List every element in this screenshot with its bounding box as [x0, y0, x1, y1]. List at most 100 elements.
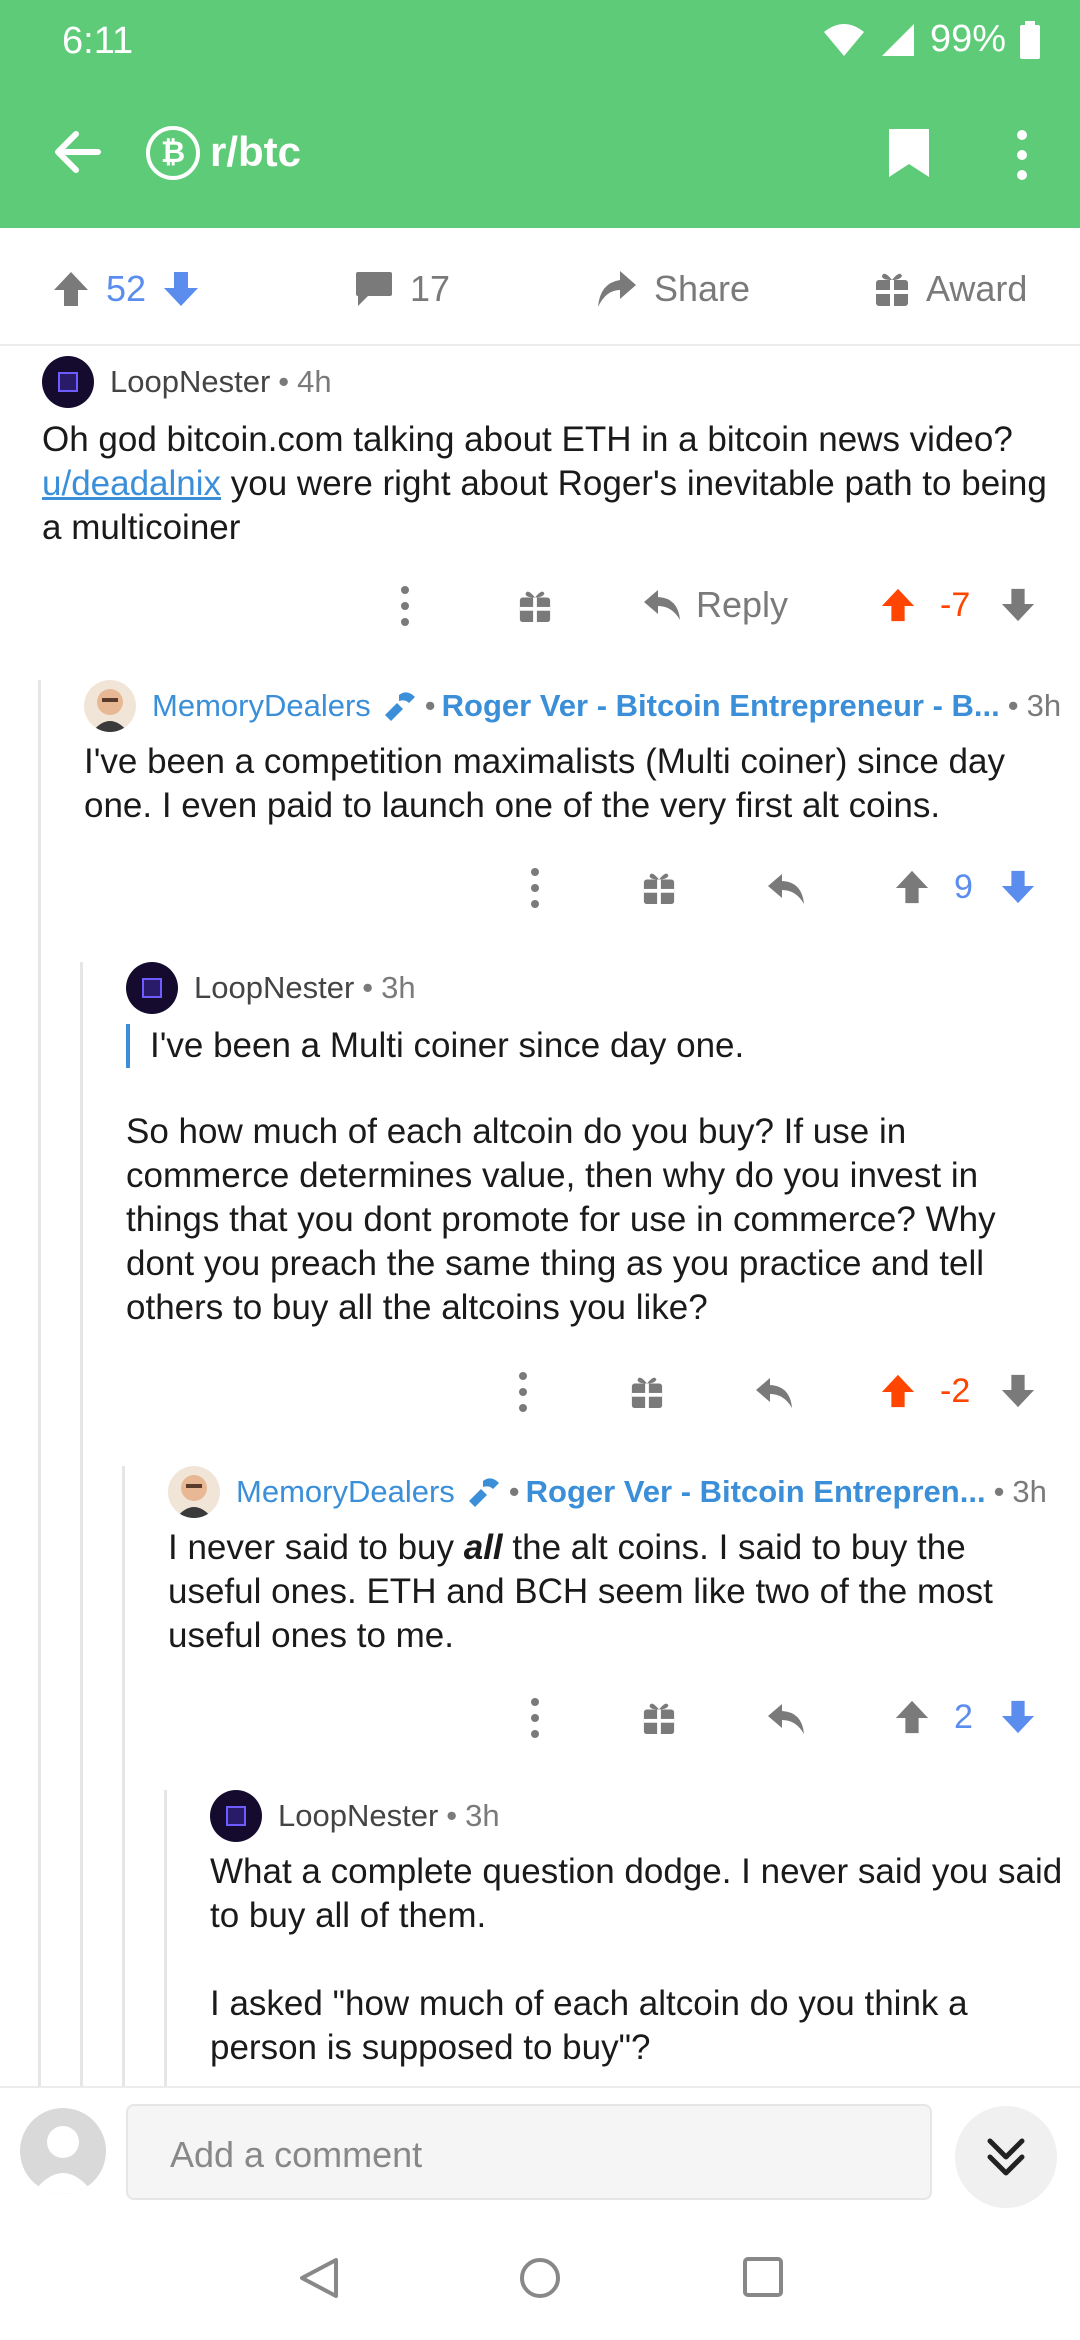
nav-back-icon[interactable] [298, 2256, 340, 2300]
comment-body: I've been a competition maximalists (Mul… [84, 742, 1005, 825]
gift-icon[interactable] [630, 1374, 664, 1410]
comment-age: 3h [381, 970, 416, 1005]
comment[interactable]: LoopNester • 3h I've been a Multi coiner… [126, 962, 1066, 1330]
comment-age: 3h [1026, 688, 1062, 723]
upvote-icon[interactable] [52, 270, 90, 308]
more-options-icon[interactable] [528, 866, 542, 910]
upvote-icon[interactable] [880, 586, 916, 624]
downvote-icon[interactable] [162, 270, 200, 308]
downvote-icon[interactable] [1000, 586, 1036, 624]
gift-icon[interactable] [642, 870, 676, 906]
comment-emphasis: all [463, 1528, 503, 1567]
more-options-icon[interactable] [528, 1696, 542, 1740]
gift-icon [876, 273, 908, 306]
post-comments-button[interactable]: 17 [354, 268, 450, 310]
subreddit-icon[interactable]: ₿ [146, 126, 200, 180]
moderator-badge-icon [468, 1478, 499, 1507]
avatar[interactable] [168, 1466, 220, 1518]
comment-author[interactable]: LoopNester [194, 970, 354, 1006]
comment-meta: LoopNester • 4h [42, 356, 1062, 408]
reply-label: Reply [696, 584, 789, 625]
comment-quote: I've been a Multi coiner since day one. [126, 1024, 1066, 1068]
avatar[interactable] [126, 962, 178, 1014]
user-link[interactable]: u/deadalnix [42, 464, 221, 503]
system-nav-bar [0, 2212, 1080, 2340]
comment-actions: 2 [0, 1688, 1080, 1748]
more-options-icon[interactable] [1010, 128, 1034, 182]
gift-icon[interactable] [642, 1700, 676, 1736]
thread-line-2[interactable] [80, 962, 83, 2086]
comment[interactable]: LoopNester • 3h What a complete question… [210, 1790, 1065, 2070]
comment-text: Oh god bitcoin.com talking about ETH in … [42, 420, 1013, 459]
battery-icon [1020, 20, 1040, 59]
comment-author[interactable]: MemoryDealers [236, 1474, 455, 1510]
app-header: 6:11 99% ₿ r/btc [0, 0, 1080, 228]
nav-home-icon[interactable] [518, 2256, 562, 2300]
collapse-comments-button[interactable] [955, 2106, 1057, 2208]
award-label: Award [926, 268, 1028, 309]
meta-separator: • [362, 970, 374, 1005]
downvote-icon[interactable] [1000, 868, 1036, 906]
post-vote-group: 52 [52, 268, 200, 310]
meta-separator: • [1007, 688, 1019, 723]
comment-body: I asked "how much of each altcoin do you… [210, 1984, 968, 2067]
comment-bubble-icon [356, 272, 392, 306]
status-icons: 99% [822, 18, 1040, 61]
comment[interactable]: LoopNester • 4h Oh god bitcoin.com talki… [42, 356, 1062, 550]
share-button[interactable]: Share [596, 268, 750, 310]
meta-separator: • [424, 688, 436, 723]
avatar[interactable] [42, 356, 94, 408]
comment[interactable]: MemoryDealers • Roger Ver - Bitcoin Entr… [84, 680, 1069, 828]
comment-score: 9 [954, 868, 973, 906]
comment[interactable]: MemoryDealers • Roger Ver - Bitcoin Entr… [168, 1466, 1063, 1658]
user-flair: Roger Ver - Bitcoin Entrepreneur - B... [441, 688, 1000, 723]
share-label: Share [654, 268, 751, 309]
status-bar: 6:11 99% [0, 0, 1080, 80]
comment-body: What a complete question dodge. I never … [210, 1852, 1063, 1935]
signal-icon [881, 23, 914, 56]
add-comment-input[interactable]: Add a comment [126, 2104, 932, 2200]
more-options-icon[interactable] [516, 1370, 530, 1414]
post-comment-count: 17 [410, 268, 451, 309]
status-time: 6:11 [62, 20, 134, 62]
share-icon [598, 271, 636, 307]
meta-separator: • [446, 1798, 458, 1833]
more-options-icon[interactable] [398, 584, 412, 628]
thread-line-3[interactable] [122, 1466, 125, 2086]
comment-text: I never said to buy [168, 1528, 464, 1567]
upvote-icon[interactable] [880, 1372, 916, 1410]
comment-score: -7 [940, 586, 971, 624]
avatar[interactable] [84, 680, 136, 732]
bookmark-icon[interactable] [886, 126, 932, 180]
battery-text: 99% [929, 18, 1006, 60]
comment-meta: LoopNester • 3h [126, 962, 1066, 1014]
comment-actions: Reply -7 [0, 576, 1080, 636]
reply-arrow-icon[interactable] [754, 1376, 794, 1410]
comment-author[interactable]: LoopNester [278, 1798, 438, 1834]
comment-body: Oh god bitcoin.com talking about ETH in … [42, 418, 1062, 550]
comment-meta: MemoryDealers • Roger Ver - Bitcoin Entr… [168, 1466, 1063, 1518]
user-avatar-icon[interactable] [20, 2108, 106, 2194]
avatar[interactable] [210, 1790, 262, 1842]
upvote-icon[interactable] [894, 868, 930, 906]
upvote-icon[interactable] [894, 1698, 930, 1736]
downvote-icon[interactable] [1000, 1372, 1036, 1410]
post-score: 52 [106, 268, 147, 309]
downvote-icon[interactable] [1000, 1698, 1036, 1736]
moderator-badge-icon [384, 692, 415, 721]
comment-author[interactable]: LoopNester [110, 364, 270, 400]
subreddit-name[interactable]: r/btc [210, 128, 301, 176]
comment-age: 3h [1012, 1474, 1047, 1509]
comment-age: 4h [297, 364, 332, 399]
comment-author[interactable]: MemoryDealers [152, 688, 371, 724]
comment-score: -2 [940, 1372, 971, 1410]
gift-icon[interactable] [518, 588, 552, 624]
thread-line-4[interactable] [164, 1790, 167, 2086]
back-arrow-icon[interactable] [48, 122, 108, 182]
award-button[interactable]: Award [874, 268, 1027, 310]
reply-arrow-icon[interactable] [766, 1702, 806, 1736]
reply-button[interactable]: Reply [642, 584, 788, 626]
reply-arrow-icon[interactable] [766, 872, 806, 906]
nav-recents-icon[interactable] [742, 2256, 784, 2298]
meta-separator: • [508, 1474, 520, 1509]
